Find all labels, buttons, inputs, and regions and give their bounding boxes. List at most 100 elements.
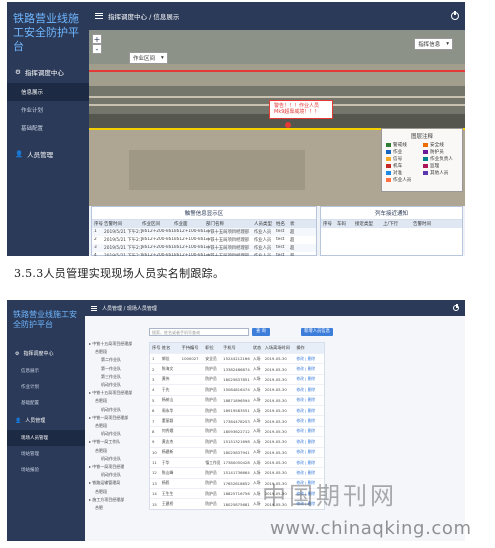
tree-node[interactable]: ▸ 中铁一局项目经理 [89, 463, 147, 471]
worker-marker[interactable] [285, 122, 291, 128]
table-row[interactable]: 4 2019/5/21 下午2:16:00k612+200-k61...k612+… [92, 252, 316, 256]
row-actions[interactable]: 修改 | 删除 [296, 376, 322, 382]
tree-node[interactable]: ▸ 中铁十五局项目经理部 [89, 340, 147, 348]
table-row[interactable]: 3 2019/5/21 下午2:15:48k612+200-k61...k612+… [92, 244, 316, 252]
tree-node[interactable]: ▸ 铁路运输管理局 [89, 479, 147, 487]
legend-label: 警戒线 [393, 143, 407, 148]
menu-group-dispatch[interactable]: ⚙ 指挥调度中心 [7, 61, 89, 83]
menu-item-info-display[interactable]: 信息展示 [7, 363, 85, 379]
legend-swatch [423, 150, 428, 154]
alarm-info-panel: 触警信息显示区 序号 告警时间 作业区间 作业面 部门名称 人员类型 姓名状 1 2019/5… [91, 206, 317, 256]
row-actions[interactable]: 修改 | 删除 [296, 418, 322, 424]
tree-node[interactable]: ▸ 中铁一局工作队 [89, 438, 147, 446]
row-actions[interactable]: 修改 | 删除 [296, 397, 322, 403]
menu-item-work-plan[interactable]: 作业计划 [7, 379, 85, 395]
menu-group-label: 指挥调度中心 [24, 69, 64, 78]
tree-node[interactable]: 机动作业队 [89, 381, 147, 389]
table-row[interactable]: 7 董丽颖 防护员 17364478253 入场 2019-05-30 修改 | 删除 [150, 415, 324, 425]
row-actions[interactable]: 修改 | 删除 [296, 408, 322, 414]
row-actions[interactable]: 修改 | 删除 [296, 356, 322, 362]
org-tree: ▸ 中铁十五局项目经理部 合肥段 第二作业队 第一作业队 第三作业队 机动作业队 ▸ 中铁十… [89, 340, 147, 512]
menu-item-info-display[interactable]: 信息展示 [7, 83, 89, 102]
add-person-button[interactable]: 新增人员信息 [301, 328, 333, 336]
column-header: 作业面 [174, 222, 188, 227]
menu-toggle-icon[interactable] [95, 13, 103, 19]
table-row[interactable]: 2 陈海文 防护员 13382486874 入场 2019-05-30 修改 | 删除 [150, 363, 324, 373]
tree-node[interactable]: 合肥段 [89, 348, 147, 356]
table-cell: k612+200-k61... [142, 237, 174, 242]
tree-node[interactable]: 第三作业队 [89, 373, 147, 381]
power-icon[interactable] [451, 11, 459, 20]
table-row[interactable]: 3 黄伟 防护员 18025837851 入场 2019-05-30 修改 | 删除 [150, 373, 324, 384]
section-select[interactable]: 作业区间 ▾ [129, 52, 168, 64]
tree-node[interactable]: 机动作业队 [89, 406, 147, 414]
table-row[interactable]: 4 于先 防护员 15084816474 入场 2019-05-30 修改 | 删除 [150, 384, 324, 394]
table-cell: 入场 [252, 407, 261, 413]
table-cell: 2019-05-30 [264, 418, 287, 424]
menu-group-personnel[interactable]: 👤 人员管理 [7, 411, 85, 430]
table-cell: 作业人员 [254, 253, 276, 256]
row-actions[interactable]: 修改 | 删除 [296, 439, 322, 445]
power-icon[interactable] [453, 304, 459, 311]
table-row[interactable]: 1 郭佳 1000027 安全员 15244212166 入场 2019-05-30 修改 |… [150, 353, 324, 363]
row-actions[interactable]: 修改 | 删除 [296, 428, 322, 434]
table-cell: 18871896594 [223, 397, 250, 403]
scope-select[interactable]: 指挥信息 ▾ [414, 38, 453, 50]
menu-item-onsite-personnel[interactable]: 现场人员管理 [7, 430, 85, 446]
table-cell: 入场 [252, 366, 261, 372]
tree-node[interactable]: 第一作业队 [89, 365, 147, 373]
search-button[interactable]: 查 询 [252, 328, 270, 336]
table-row[interactable]: 1 2019/5/21 下午2:15:25k612+200-k61...k612+… [92, 228, 316, 236]
row-actions[interactable]: 修改 | 删除 [296, 366, 322, 372]
row-actions[interactable]: 修改 | 删除 [296, 460, 322, 466]
zoom-in-button[interactable]: + [92, 34, 102, 44]
tree-node[interactable]: ▸ 中铁一局项目经理部 [89, 414, 147, 422]
tree-node[interactable]: 合肥 [89, 504, 147, 512]
search-input[interactable]: 搜索，姓名或者手机号查询 [149, 328, 249, 336]
table-cell: 18825716756 [223, 491, 250, 497]
tree-node[interactable]: 合肥段 [89, 488, 147, 496]
menu-toggle-icon[interactable] [91, 305, 97, 311]
menu-item-station-inspection[interactable]: 场站报验 [7, 462, 85, 478]
table-cell: 防护员 [205, 386, 217, 392]
table-row[interactable]: 8 何秀娥 防护员 18093622712 入场 2019-05-30 修改 | 删除 [150, 425, 324, 436]
table-row[interactable]: 6 周永华 防护员 18919583551 入场 2019-05-30 修改 | 删除 [150, 404, 324, 415]
table-row[interactable]: 9 黄志杰 防护员 15151321698 入场 2019-05-30 修改 | 删除 [150, 436, 324, 446]
row-actions[interactable]: 修改 | 删除 [296, 449, 322, 455]
row-actions[interactable]: 修改 | 删除 [296, 387, 322, 393]
menu-item-basic-config[interactable]: 基础配置 [7, 395, 85, 411]
menu-group-personnel[interactable]: 👤 人员管理 [7, 143, 89, 165]
menu-item-work-plan[interactable]: 作业计划 [7, 101, 89, 119]
table-cell: 2019-05-30 [264, 366, 287, 372]
watermark-url: www.chinaqking.com [270, 518, 472, 539]
zoom-out-button[interactable]: - [92, 44, 102, 54]
tree-node[interactable]: 机动作业队 [89, 430, 147, 438]
table-row[interactable]: 5 杨树山 防护员 18871896594 入场 2019-05-30 修改 | 删除 [150, 394, 324, 405]
gear-icon: ⚙ [15, 350, 20, 357]
column-header: 手机号 [223, 345, 236, 350]
table-cell: 防护员 [205, 480, 217, 486]
tree-node[interactable]: ▸ 中铁十五局项目经理部 [89, 389, 147, 397]
satellite-map[interactable]: + - 作业区间 ▾ 指挥信息 ▾ 警告！！！作业人员Mk9超靠威境！！！ 图层… [89, 30, 465, 206]
legend-item: 作业负责人 [423, 156, 458, 162]
tree-node[interactable]: 机动作业队 [89, 455, 147, 463]
tree-node[interactable]: 合肥段 [89, 447, 147, 455]
column-header: 状 [290, 222, 295, 227]
table-row[interactable]: 10 杨建新 防护员 18025837941 入场 2019-05-30 修改 | 删除 [150, 446, 324, 457]
menu-item-station-management[interactable]: 场站管理 [7, 446, 85, 462]
legend-label: 作业负责人 [430, 157, 453, 162]
tree-node[interactable]: 合肥段 [89, 422, 147, 430]
table-row[interactable]: 2 2019/5/21 下午2:15:37k612+200-k61...k612+… [92, 236, 316, 244]
tree-node[interactable]: 第二作业队 [89, 356, 147, 364]
tree-node[interactable]: 合肥段 [89, 397, 147, 405]
menu-item-basic-config[interactable]: 基础配置 [7, 119, 89, 137]
topbar: 指挥调度中心 / 信息展示 [89, 2, 465, 30]
menu-group-dispatch[interactable]: ⚙ 指挥调度中心 [7, 344, 85, 363]
table-cell: 7 [152, 418, 155, 424]
tree-node[interactable]: ▸ 施工方项目经理部 [89, 496, 147, 504]
table-cell: 杨毅 [161, 480, 170, 486]
table-cell: 2019/5/21 下午2:15:37 [104, 238, 142, 243]
tree-node[interactable]: 机动作业队 [89, 471, 147, 479]
table-cell: 15151321698 [223, 439, 250, 445]
table-row[interactable]: 11 于华 镇工作员 17380050428 入场 2019-05-30 修改 | 删除 [150, 456, 324, 467]
